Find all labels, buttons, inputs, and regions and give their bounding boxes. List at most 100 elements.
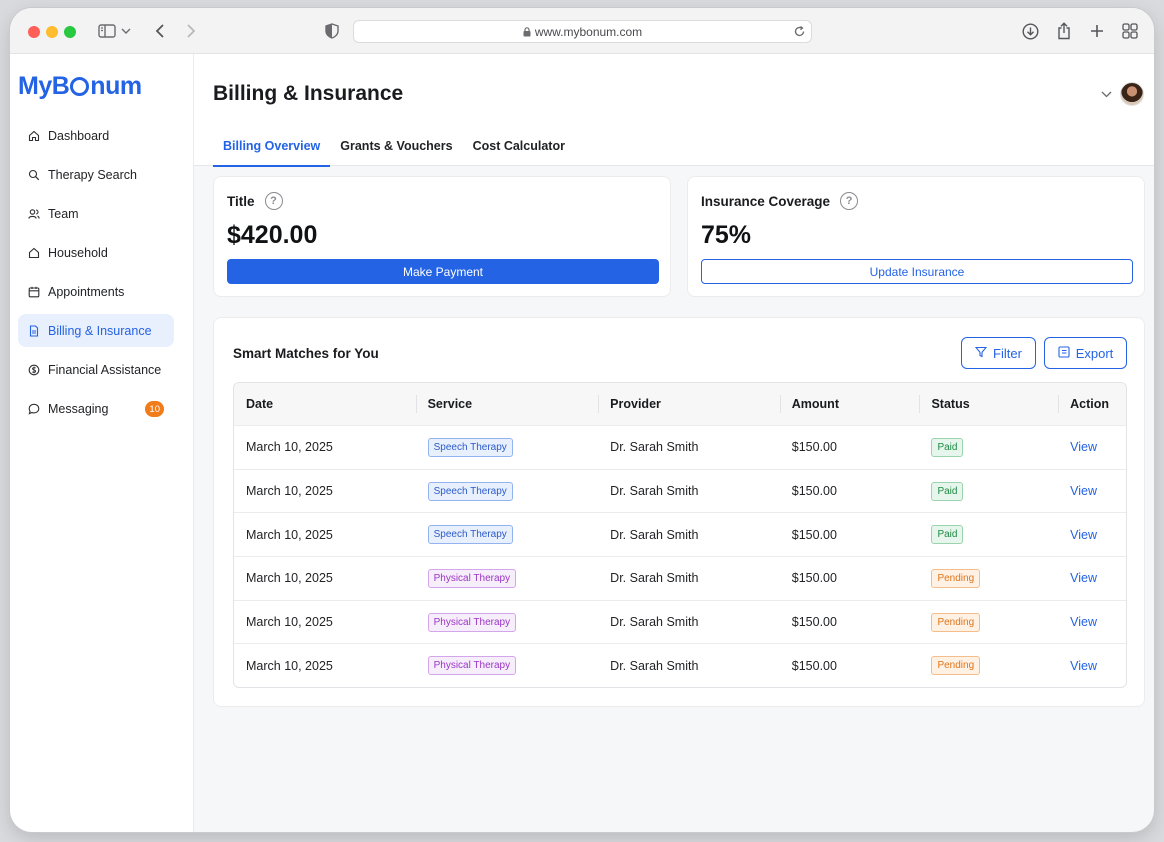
sidebar-item-dashboard[interactable]: Dashboard: [18, 119, 174, 152]
filter-label: Filter: [993, 345, 1022, 361]
table-row: March 10, 2025 Speech Therapy Dr. Sarah …: [234, 425, 1126, 469]
column-header-status[interactable]: Status: [919, 383, 1058, 425]
service-cell: Speech Therapy: [416, 470, 599, 513]
avatar[interactable]: [1120, 82, 1144, 106]
balance-amount: $420.00: [227, 221, 318, 249]
amount-cell: $150.00: [791, 615, 837, 630]
service-tag: Speech Therapy: [427, 525, 513, 545]
lock-icon: [523, 26, 531, 37]
help-icon[interactable]: ?: [840, 192, 859, 210]
tab-bar: Billing Overview Grants & Vouchers Cost …: [213, 126, 575, 167]
amount-cell: $150.00: [791, 658, 837, 673]
view-link[interactable]: View: [1070, 659, 1097, 673]
provider-cell: Dr. Sarah Smith: [610, 615, 699, 630]
calendar-icon: [28, 286, 40, 298]
status-cell: Paid: [919, 426, 1058, 469]
sidebar-toggle-icon[interactable]: [96, 20, 118, 42]
house-icon: [28, 247, 40, 259]
tab-overview-icon[interactable]: [1119, 20, 1141, 42]
help-icon[interactable]: ?: [264, 192, 283, 210]
new-tab-icon[interactable]: [1086, 20, 1108, 42]
amount-cell: $150.00: [791, 440, 837, 455]
sidebar-item-label: Appointments: [48, 284, 125, 299]
provider-cell: Dr. Sarah Smith: [610, 484, 699, 499]
sidebar-item-label: Messaging: [48, 401, 109, 416]
page-title: Billing & Insurance: [213, 82, 404, 105]
sidebar-item-billing-insurance[interactable]: Billing & Insurance: [18, 314, 174, 347]
sidebar-item-label: Therapy Search: [48, 167, 137, 182]
balance-card-header: Title ?: [227, 192, 283, 210]
status-cell: Paid: [919, 513, 1058, 556]
chevron-down-icon[interactable]: [1101, 85, 1112, 103]
filter-button[interactable]: Filter: [961, 337, 1036, 369]
tab-billing-overview[interactable]: Billing Overview: [213, 126, 331, 167]
smart-matches-panel: Smart Matches for You Filter Export Date…: [213, 317, 1145, 707]
section-title: Smart Matches for You: [233, 346, 379, 361]
home-icon: [28, 130, 40, 142]
tab-grants-vouchers[interactable]: Grants & Vouchers: [330, 126, 462, 166]
logo-o-icon: [70, 77, 90, 96]
insurance-card: Insurance Coverage ? 75% Update Insuranc…: [687, 176, 1145, 297]
action-cell: View: [1058, 644, 1126, 687]
sidebar-item-therapy-search[interactable]: Therapy Search: [18, 158, 174, 191]
unread-badge: 10: [145, 401, 164, 417]
close-window-button[interactable]: [28, 26, 40, 38]
column-header-provider[interactable]: Provider: [598, 383, 780, 425]
service-cell: Physical Therapy: [416, 601, 599, 644]
table-row: March 10, 2025 Speech Therapy Dr. Sarah …: [234, 512, 1126, 556]
service-cell: Physical Therapy: [416, 557, 599, 600]
share-icon[interactable]: [1053, 20, 1075, 42]
address-bar[interactable]: www.mybonum.com: [353, 20, 812, 43]
status-badge: Paid: [931, 481, 964, 501]
sidebar-item-label: Financial Assistance: [48, 362, 162, 377]
amount-cell: $150.00: [791, 484, 837, 499]
view-link[interactable]: View: [1070, 528, 1097, 542]
action-cell: View: [1058, 426, 1126, 469]
service-tag: Physical Therapy: [427, 656, 517, 676]
minimize-window-button[interactable]: [46, 26, 58, 38]
download-icon[interactable]: [1019, 20, 1041, 42]
export-icon: [1058, 345, 1070, 361]
table-row: March 10, 2025 Physical Therapy Dr. Sara…: [234, 599, 1126, 644]
column-header-service[interactable]: Service: [415, 383, 599, 425]
sidebar-item-messaging[interactable]: Messaging 10: [18, 392, 174, 425]
forward-icon[interactable]: [180, 20, 202, 42]
mybonum-logo[interactable]: MyB num: [18, 72, 142, 101]
search-icon: [28, 169, 40, 181]
sidebar-item-team[interactable]: Team: [18, 197, 174, 230]
insurance-card-header: Insurance Coverage ?: [701, 192, 859, 210]
status-badge: Paid: [931, 525, 964, 545]
back-icon[interactable]: [149, 20, 171, 42]
url-text: www.mybonum.com: [534, 24, 643, 39]
service-tag: Speech Therapy: [427, 481, 513, 501]
sidebar-item-household[interactable]: Household: [18, 236, 174, 269]
column-header-amount[interactable]: Amount: [779, 383, 920, 425]
update-insurance-button[interactable]: Update Insurance: [701, 259, 1133, 284]
service-tag: Physical Therapy: [427, 612, 517, 632]
status-cell: Pending: [919, 601, 1058, 644]
zoom-window-button[interactable]: [64, 26, 76, 38]
view-link[interactable]: View: [1070, 484, 1097, 498]
sidebar-item-financial-assistance[interactable]: Financial Assistance: [18, 353, 174, 386]
column-header-date[interactable]: Date: [234, 383, 416, 425]
make-payment-button[interactable]: Make Payment: [227, 259, 659, 284]
service-cell: Speech Therapy: [416, 513, 599, 556]
shield-icon[interactable]: [321, 20, 343, 42]
chevron-down-icon[interactable]: [119, 20, 133, 42]
table-header: Date Service Provider Amount Status Acti…: [234, 383, 1126, 425]
export-button[interactable]: Export: [1044, 337, 1127, 369]
view-link[interactable]: View: [1070, 440, 1097, 454]
sidebar: MyB num Dashboard Therapy Search Team Hou…: [10, 54, 194, 832]
view-link[interactable]: View: [1070, 571, 1097, 585]
insurance-label: Insurance Coverage: [701, 193, 831, 209]
view-link[interactable]: View: [1070, 615, 1097, 629]
dollar-icon: [28, 364, 40, 376]
reload-icon[interactable]: [793, 25, 806, 38]
status-badge: Paid: [931, 437, 964, 457]
tab-cost-calculator[interactable]: Cost Calculator: [463, 126, 575, 166]
logo-text-end: num: [90, 72, 142, 100]
browser-toolbar: www.mybonum.com: [10, 8, 1154, 54]
balance-label: Title: [227, 193, 255, 209]
user-menu[interactable]: [1101, 82, 1144, 106]
sidebar-item-appointments[interactable]: Appointments: [18, 275, 174, 308]
